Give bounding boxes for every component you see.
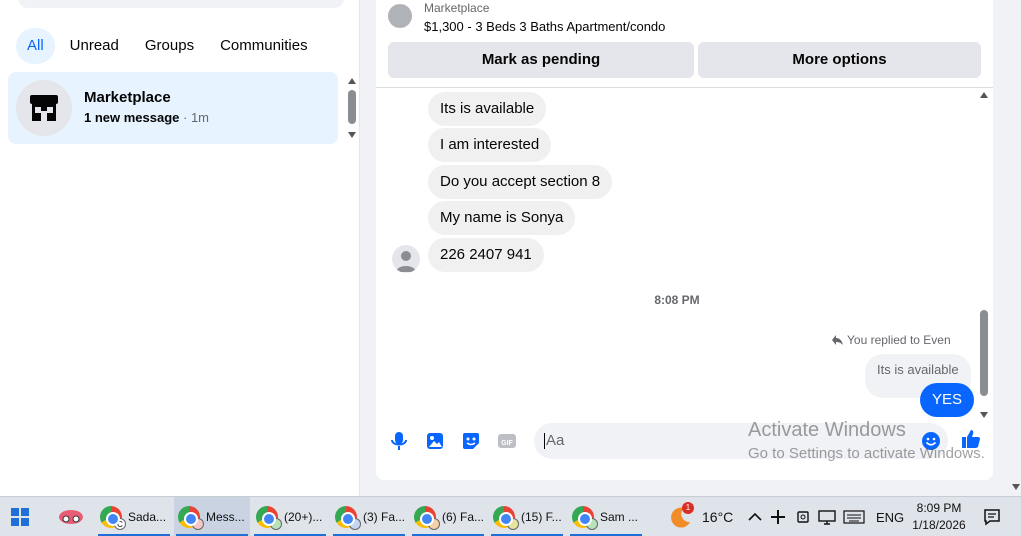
taskbar-app-chrome-messenger[interactable]: Mess... [174, 497, 250, 536]
incoming-message[interactable]: Its is available [428, 92, 547, 126]
reply-arrow-icon [831, 334, 844, 349]
taskbar-app-label: (3) Fa... [363, 510, 406, 524]
mark-as-pending-button[interactable]: Mark as pending [388, 42, 694, 78]
reply-note-text: You replied to Even [847, 333, 951, 347]
taskbar-app-label: (6) Fa... [442, 510, 485, 524]
gif-icon[interactable]: GIF [496, 430, 518, 452]
outgoing-message[interactable]: YES [920, 383, 975, 417]
svg-text:GIF: GIF [501, 440, 513, 447]
system-clock[interactable]: 8:09 PM 1/18/2026 [906, 500, 972, 534]
watermark-subtitle: Go to Settings to activate Windows. [748, 445, 985, 462]
input-language[interactable]: ENG [876, 497, 904, 536]
windows-logo-icon [11, 508, 29, 526]
chrome-icon: C [100, 506, 126, 530]
search-field[interactable] [18, 0, 344, 8]
taskbar-app-label: Sada... [128, 510, 167, 524]
incoming-message[interactable]: 226 2407 941 [428, 238, 544, 272]
page-scroll-down-arrow-icon[interactable] [1012, 484, 1020, 490]
watermark-title: Activate Windows [748, 419, 906, 441]
taskbar-app-chrome[interactable]: (3) Fa... [331, 497, 407, 536]
camera-icon[interactable] [796, 497, 810, 536]
windows-taskbar: C Sada... Mess... (20+)... (3) Fa... (6)… [0, 496, 1021, 536]
microphone-icon[interactable] [388, 430, 410, 452]
taskbar-app-chrome[interactable]: C Sada... [96, 497, 172, 536]
clock-date: 1/18/2026 [912, 518, 966, 532]
weather-badge: 1 [682, 502, 694, 514]
profile-badge [349, 518, 361, 530]
incoming-message[interactable]: I am interested [428, 128, 552, 162]
incoming-message[interactable]: Do you accept section 8 [428, 165, 613, 199]
chrome-icon [178, 506, 204, 530]
scroll-down-arrow-icon[interactable] [348, 132, 356, 138]
scroll-up-arrow-icon[interactable] [348, 78, 356, 84]
plus-icon[interactable] [770, 497, 786, 536]
photo-icon[interactable] [424, 430, 446, 452]
taskbar-app-chrome[interactable]: (15) F... [489, 497, 565, 536]
chat-filters: All Unread Groups Communities [16, 28, 319, 64]
taskbar-app-chrome[interactable]: (6) Fa... [410, 497, 486, 536]
filter-communities[interactable]: Communities [209, 28, 319, 64]
taskbar-app-chrome[interactable]: Sam ... [568, 497, 644, 536]
weather-widget[interactable]: 1 16°C [668, 497, 733, 536]
incoming-message[interactable]: My name is Sonya [428, 201, 576, 235]
scroll-thumb[interactable] [348, 90, 356, 124]
notifications-icon[interactable] [983, 497, 1001, 536]
taskbar-app-label: (15) F... [521, 510, 562, 524]
chat-list-item-marketplace[interactable]: Marketplace 1 new message · 1m [8, 72, 338, 144]
sticker-icon[interactable] [460, 430, 482, 452]
profile-badge: C [114, 518, 126, 530]
profile-badge [507, 518, 519, 530]
activate-windows-watermark: Activate Windows Go to Settings to activ… [748, 419, 985, 462]
scroll-up-arrow-icon[interactable] [980, 92, 988, 98]
filter-all[interactable]: All [16, 28, 55, 64]
message-input-placeholder: Aa [546, 432, 565, 449]
network-icon[interactable] [818, 497, 836, 536]
scroll-thumb[interactable] [980, 310, 988, 396]
profile-badge [586, 518, 598, 530]
profile-badge [192, 518, 204, 530]
text-caret [544, 433, 545, 450]
show-hidden-icons-chevron-icon[interactable] [748, 497, 762, 536]
language-label: ENG [876, 509, 905, 525]
listing-header: Marketplace $1,300 - 3 Beds 3 Baths Apar… [376, 0, 993, 88]
weather-icon: 1 [668, 502, 694, 530]
profile-badge [428, 518, 440, 530]
clock-time: 8:09 PM [916, 501, 962, 515]
filter-unread[interactable]: Unread [59, 28, 130, 64]
keyboard-icon[interactable] [843, 497, 865, 536]
chat-preview-time: 1m [190, 110, 210, 125]
taskbar-app-label: Sam ... [600, 510, 639, 524]
filter-groups[interactable]: Groups [134, 28, 205, 64]
marketplace-icon [16, 80, 72, 136]
sender-avatar[interactable] [392, 245, 420, 273]
more-options-button[interactable]: More options [698, 42, 981, 78]
chat-preview: 1 new message · 1m [84, 110, 209, 125]
conversation-scrollbar[interactable] [977, 90, 991, 420]
taskbar-app-label: Mess... [206, 510, 245, 524]
chat-list-scrollbar[interactable] [345, 76, 359, 140]
taskbar-app-label: (20+)... [284, 510, 323, 524]
scroll-down-arrow-icon[interactable] [980, 412, 988, 418]
conversation-panel: Marketplace $1,300 - 3 Beds 3 Baths Apar… [376, 0, 993, 480]
listing-thumbnail[interactable] [388, 4, 412, 28]
profile-badge [270, 518, 282, 530]
message-timestamp: 8:08 PM [654, 293, 700, 307]
temperature: 16°C [702, 509, 734, 525]
chrome-icon [335, 506, 361, 530]
reply-indicator: You replied to Even [831, 333, 951, 349]
chat-preview-separator: · [179, 110, 191, 125]
chrome-icon [414, 506, 440, 530]
chrome-icon [493, 506, 519, 530]
chrome-icon [256, 506, 282, 530]
start-button[interactable] [10, 497, 30, 536]
chat-preview-message: 1 new message [84, 110, 180, 125]
chat-list-panel: All Unread Groups Communities Marketplac… [0, 0, 360, 496]
listing-source-label: Marketplace [424, 1, 490, 15]
snipping-tool-icon[interactable] [56, 497, 86, 536]
chat-title: Marketplace [84, 89, 171, 106]
listing-title[interactable]: $1,300 - 3 Beds 3 Baths Apartment/condo [424, 19, 665, 34]
chrome-icon [572, 506, 598, 530]
taskbar-app-chrome[interactable]: (20+)... [252, 497, 328, 536]
